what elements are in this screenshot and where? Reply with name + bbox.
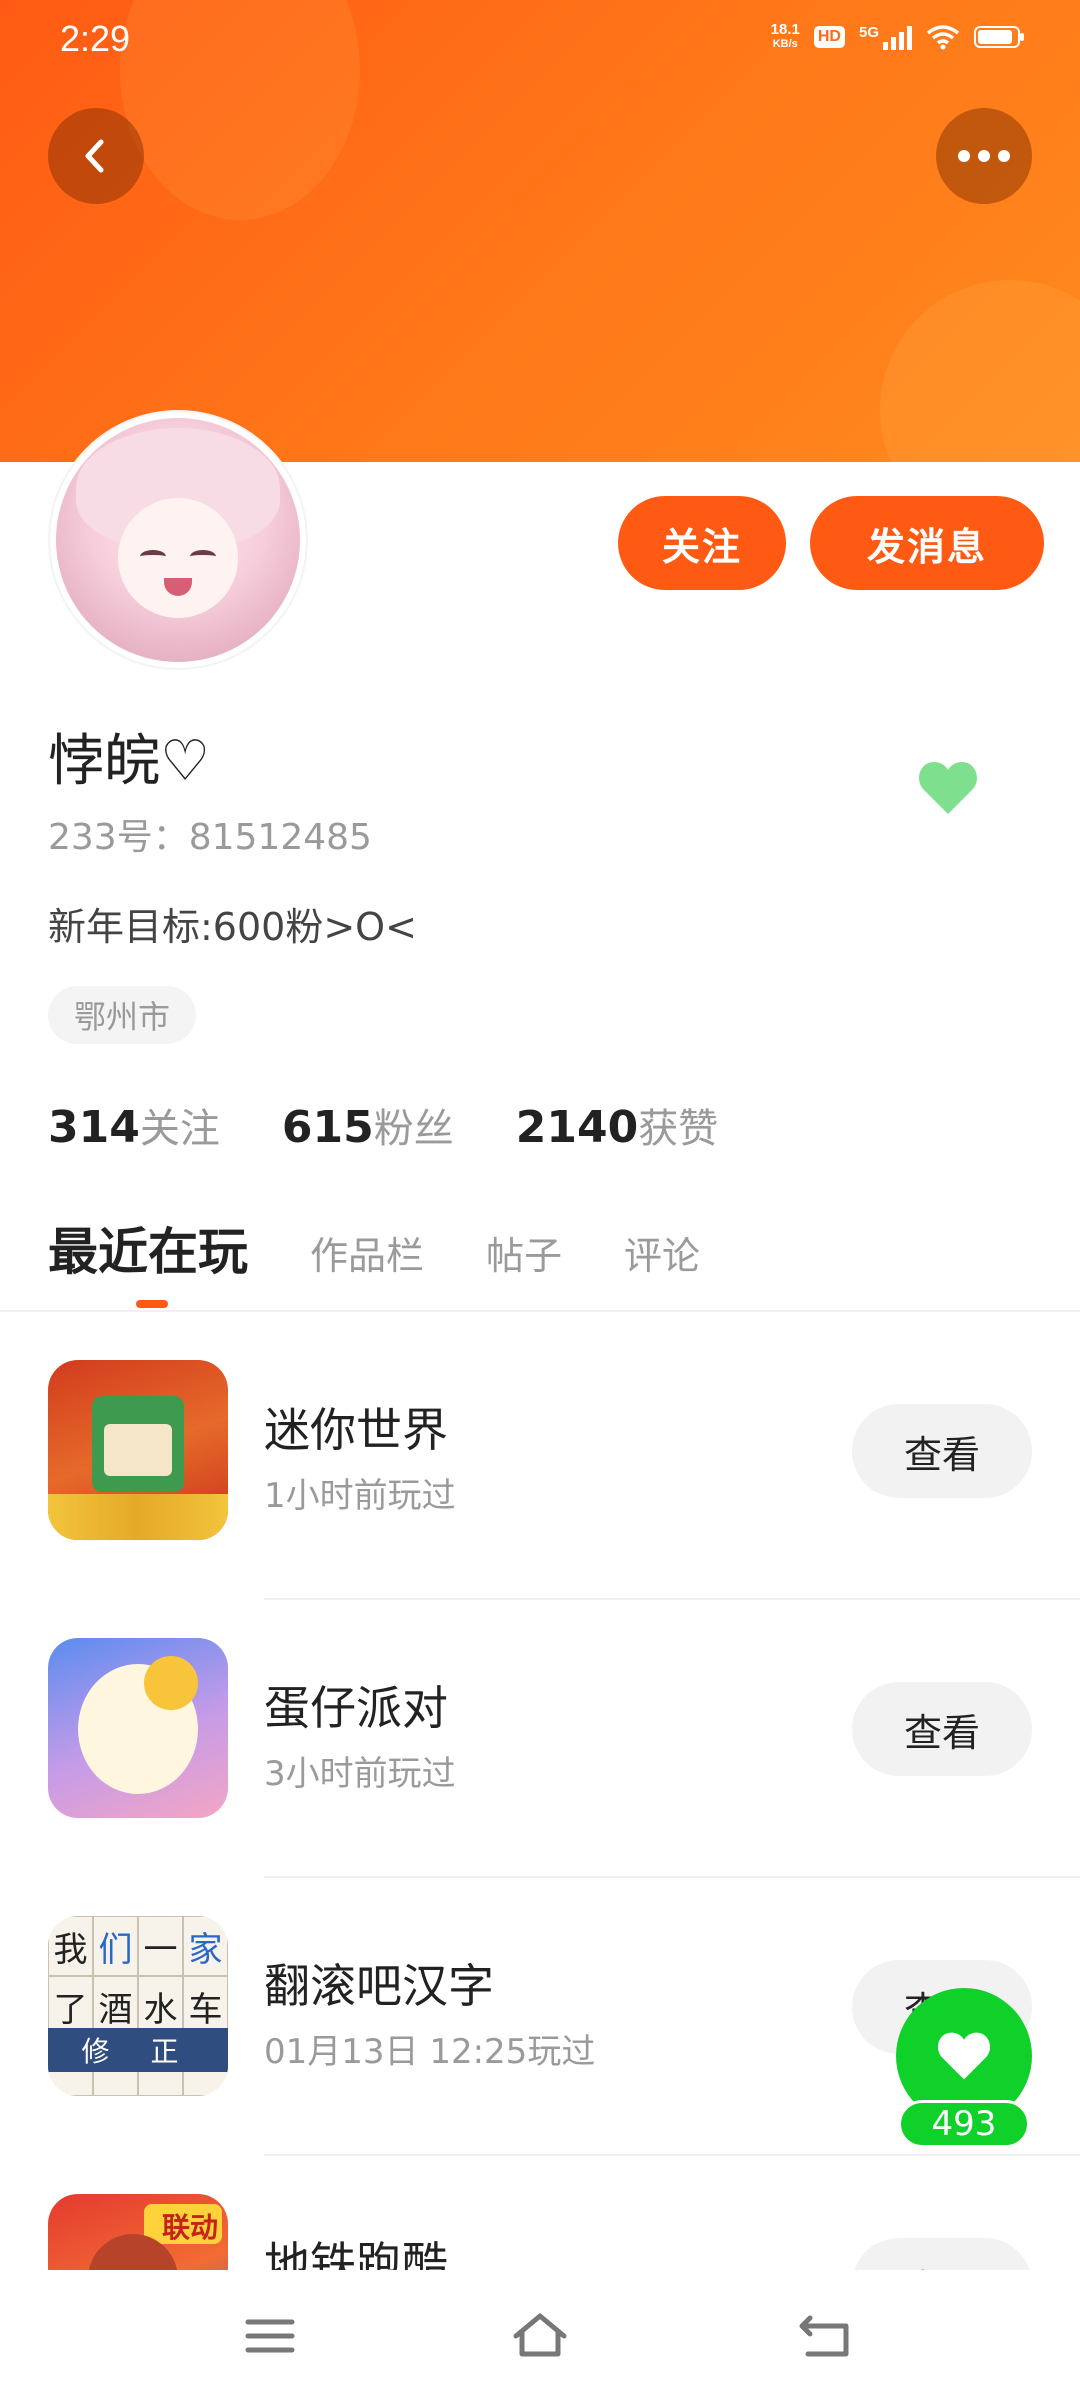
eggy-party-icon	[48, 1638, 228, 1818]
stat-fans[interactable]: 615粉丝	[282, 1096, 454, 1154]
tab-posts[interactable]: 帖子	[486, 1225, 562, 1280]
icon-glyph: 我	[48, 1916, 93, 1976]
tab-comments[interactable]: 评论	[624, 1225, 700, 1280]
active-tab-indicator	[136, 1300, 168, 1308]
location-chip: 鄂州市	[48, 986, 197, 1044]
system-navigation-bar	[0, 2272, 1080, 2400]
icon-glyph: 了	[48, 1976, 93, 2036]
subway-surfers-icon: 联动	[48, 2194, 228, 2270]
icon-banner: 修 正	[48, 2028, 228, 2072]
profile-stats: 314关注 615粉丝 2140获赞	[48, 1096, 718, 1154]
heart-icon[interactable]	[916, 758, 980, 818]
stat-likes[interactable]: 2140获赞	[516, 1096, 718, 1154]
icon-glyph: 们	[93, 1916, 138, 1976]
game-name: 地铁跑酷	[264, 2237, 448, 2270]
game-name: 蛋仔派对	[264, 1681, 448, 1735]
view-button[interactable]: 查看	[852, 2238, 1032, 2270]
chevron-left-icon	[85, 139, 104, 173]
game-name: 翻滚吧汉字	[264, 1959, 494, 2013]
more-options-button[interactable]	[936, 108, 1032, 204]
view-button[interactable]: 查看	[852, 1404, 1032, 1498]
profile-tabs: 最近在玩 作品栏 帖子 评论	[48, 1212, 700, 1284]
stat-value: 314	[48, 1102, 140, 1153]
stat-label: 关注	[139, 1106, 220, 1152]
profile-header-banner: 2:29 18.1 KB/s HD 5G	[0, 0, 1080, 462]
divider	[264, 2154, 1080, 2156]
home-icon[interactable]	[510, 2310, 570, 2362]
user-id: 233号：81512485	[48, 817, 372, 858]
bio: 新年目标:600粉>O<	[48, 905, 417, 949]
hanzi-game-icon: 我 们 一 家 了 酒 水 车 修 正	[48, 1916, 228, 2096]
divider	[264, 1876, 1080, 1878]
like-count-badge: 493	[898, 2100, 1030, 2148]
icon-tag-text: 联动	[161, 2211, 218, 2244]
stat-value: 615	[281, 1102, 374, 1153]
tab-recently-played[interactable]: 最近在玩	[48, 1212, 248, 1284]
battery-icon	[974, 26, 1024, 48]
icon-glyph: 水	[138, 1976, 183, 2036]
list-item[interactable]: 蛋仔派对 3小时前玩过 查看	[0, 1638, 1080, 1916]
menu-icon[interactable]	[240, 2310, 300, 2362]
status-bar: 2:29 18.1 KB/s HD 5G	[0, 0, 1080, 80]
status-time: 2:29	[60, 18, 131, 59]
divider	[0, 1310, 1080, 1312]
mini-world-icon	[48, 1360, 228, 1540]
list-item[interactable]: 迷你世界 1小时前玩过 查看	[0, 1360, 1080, 1638]
follow-button[interactable]: 关注	[618, 496, 786, 590]
network-type: 5G	[858, 23, 879, 41]
more-dots-icon	[958, 150, 1010, 162]
banner-decoration	[880, 280, 1080, 462]
game-played-time: 3小时前玩过	[264, 1754, 456, 1794]
back-nav-icon[interactable]	[796, 2310, 856, 2362]
stat-label: 获赞	[638, 1106, 719, 1152]
icon-glyph: 家	[183, 1916, 228, 1976]
divider	[264, 1598, 1080, 1600]
net-speed-unit: KB/s	[772, 38, 798, 50]
stat-label: 粉丝	[373, 1106, 454, 1152]
list-item[interactable]: 联动 地铁跑酷 查看	[0, 2194, 1080, 2270]
username: 悖皖♡	[48, 729, 211, 794]
stat-following[interactable]: 314关注	[48, 1096, 220, 1154]
stat-value: 2140	[515, 1102, 639, 1153]
icon-glyph: 酒	[93, 1976, 138, 2036]
status-icons: 18.1 KB/s HD 5G	[771, 22, 1024, 52]
send-message-button[interactable]: 发消息	[810, 496, 1044, 590]
net-speed-value: 18.1	[770, 21, 800, 38]
icon-glyph: 车	[183, 1976, 228, 2036]
tab-works[interactable]: 作品栏	[310, 1225, 424, 1280]
wifi-icon	[926, 25, 960, 50]
view-button[interactable]: 查看	[852, 1682, 1032, 1776]
icon-glyph: 一	[138, 1916, 183, 1976]
signal-icon	[883, 24, 912, 50]
avatar[interactable]	[50, 412, 306, 668]
hd-icon: HD	[813, 26, 845, 48]
game-name: 迷你世界	[264, 1403, 448, 1457]
game-played-time: 1小时前玩过	[264, 1476, 456, 1516]
avatar-image	[56, 418, 300, 662]
game-played-time: 01月13日 12:25玩过	[264, 2032, 596, 2072]
back-button[interactable]	[48, 108, 144, 204]
heart-icon	[937, 2032, 991, 2080]
net-speed: 18.1 KB/s	[771, 22, 800, 52]
